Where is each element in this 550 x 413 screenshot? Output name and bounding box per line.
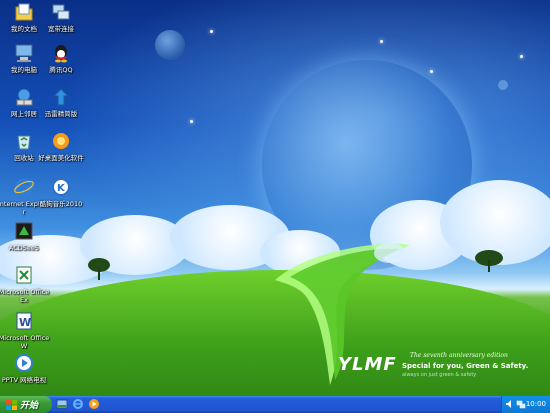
start-label: 开始 <box>20 401 39 411</box>
desktop-icon-word[interactable]: W Microsoft Office W <box>0 310 51 350</box>
internet-explorer-icon <box>14 178 34 196</box>
excel-icon <box>16 266 32 284</box>
network-icon[interactable] <box>516 399 526 409</box>
desktop-icon-qq[interactable]: 腾讯QQ <box>34 42 88 74</box>
ylmf-brand: YLMF The seventh anniversary edition Spe… <box>338 352 528 380</box>
brand-subtext: always on just green & safety <box>402 372 477 378</box>
my-documents-icon <box>15 3 33 21</box>
desktop-icon-acdsee[interactable]: ACDSee5 <box>0 220 51 252</box>
kugou-music-icon: K <box>52 178 70 196</box>
desktop-beautify-icon <box>53 133 69 149</box>
moon <box>155 30 185 60</box>
qq-icon <box>55 45 67 63</box>
tree <box>88 258 110 282</box>
clock[interactable]: 10:00 <box>526 400 546 408</box>
desktop-icon-xunlei[interactable]: 迅雷精简版 <box>34 86 88 118</box>
my-computer-icon <box>15 44 33 62</box>
desktop-icon-desktop-beautify[interactable]: 好桌面美化软件 <box>34 130 88 162</box>
show-desktop-icon[interactable] <box>56 398 68 410</box>
word-icon: W <box>16 312 32 330</box>
brand-edition: The seventh anniversary edition <box>410 352 508 359</box>
star <box>380 40 383 43</box>
internet-explorer-icon[interactable] <box>72 398 84 410</box>
desktop: YLMF The seventh anniversary edition Spe… <box>0 0 550 413</box>
tree <box>475 250 505 274</box>
network-places-icon <box>16 88 33 106</box>
star <box>190 120 193 123</box>
xunlei-icon <box>52 88 70 106</box>
volume-icon[interactable] <box>505 399 515 409</box>
windows-flag-icon <box>6 399 17 410</box>
recycle-bin-icon <box>17 135 31 150</box>
svg-text:W: W <box>19 316 31 329</box>
desktop-icon-pptv[interactable]: PPTV 网络电视 <box>0 352 51 384</box>
media-player-icon[interactable] <box>88 398 100 410</box>
desktop-icon-broadband[interactable]: 宽带连接 <box>34 1 88 33</box>
svg-text:K: K <box>57 183 66 194</box>
acdsee-icon <box>15 222 33 240</box>
broadband-connection-icon <box>52 4 70 20</box>
brand-logo: YLMF <box>338 354 397 375</box>
star <box>210 30 213 33</box>
quick-launch <box>56 398 100 411</box>
pptv-icon <box>15 354 33 372</box>
taskbar: 开始 10:00 <box>0 396 550 413</box>
brand-tagline: Special for you, Green & Safety. <box>402 362 529 370</box>
star <box>520 55 523 58</box>
star <box>430 70 433 73</box>
start-button[interactable]: 开始 <box>0 396 52 413</box>
system-tray: 10:00 <box>501 396 550 413</box>
desktop-icon-kugou[interactable]: K 酷狗音乐2010 <box>34 176 88 208</box>
small-moon <box>498 80 508 90</box>
desktop-icon-excel[interactable]: Microsoft Office Ex <box>0 264 51 304</box>
